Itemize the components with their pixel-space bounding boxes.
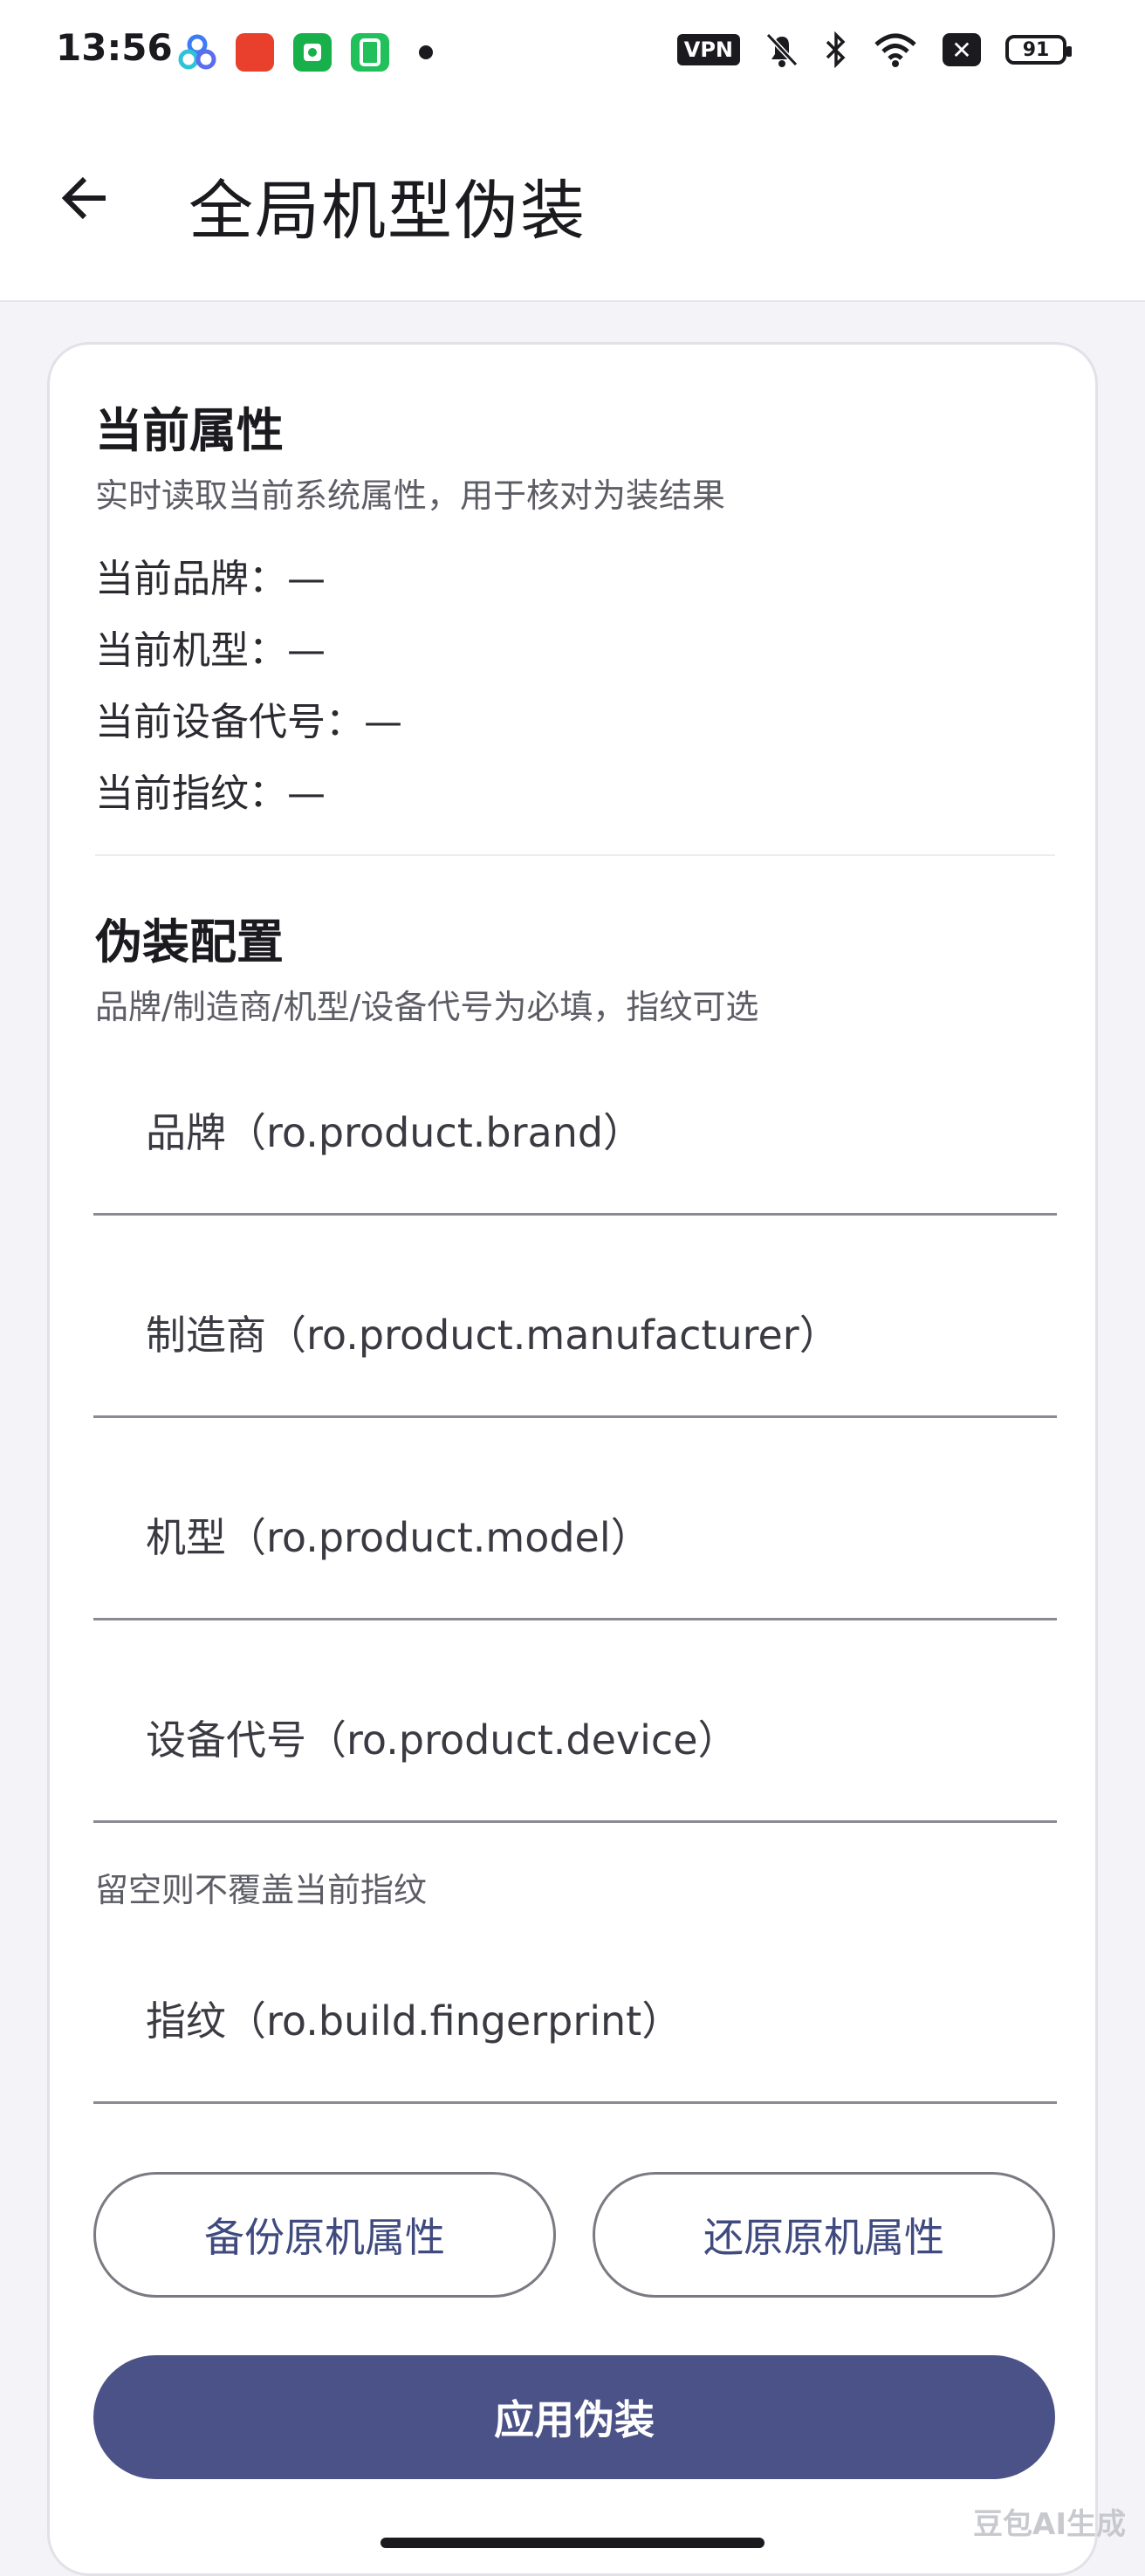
spoof-config-subtitle: 品牌/制造商/机型/设备代号为必填，指纹可选 <box>95 988 759 1026</box>
page-title: 全局机型伪装 <box>189 174 586 249</box>
watermark: 豆包AI生成 <box>973 2507 1126 2542</box>
model-input[interactable]: 机型（ro.product.model） <box>93 1472 1057 1620</box>
apply-button[interactable]: 应用伪装 <box>93 2355 1055 2479</box>
battery-icon: 91 <box>1005 35 1072 65</box>
current-brand: 当前品牌：— <box>95 557 326 601</box>
current-props-subtitle: 实时读取当前系统属性，用于核对为装结果 <box>95 476 726 515</box>
model-input-label: 机型（ro.product.model） <box>146 1514 651 1561</box>
status-icons: VPN ✕ 91 <box>676 31 1072 68</box>
section-divider <box>95 854 1055 856</box>
status-bar: 13:56 VPN ✕ 91 <box>0 0 1145 98</box>
bell-off-icon <box>765 32 799 67</box>
restore-button[interactable]: 还原原机属性 <box>593 2172 1055 2298</box>
bluetooth-icon <box>826 31 846 68</box>
app-icon-baidu <box>178 33 216 72</box>
x-app-icon: ✕ <box>943 33 981 66</box>
status-time: 13:56 <box>56 26 173 69</box>
current-props-title: 当前属性 <box>95 403 284 458</box>
backup-button[interactable]: 备份原机属性 <box>93 2172 556 2298</box>
manufacturer-input[interactable]: 制造商（ro.product.manufacturer） <box>93 1270 1057 1418</box>
fingerprint-input-label: 指纹（ro.build.fingerprint） <box>146 1997 682 2045</box>
vpn-icon: VPN <box>676 34 740 65</box>
brand-input-label: 品牌（ro.product.brand） <box>146 1109 644 1156</box>
current-device: 当前设备代号：— <box>95 700 402 744</box>
home-indicator[interactable] <box>381 2538 764 2548</box>
current-model: 当前机型：— <box>95 628 326 673</box>
current-fingerprint: 当前指纹：— <box>95 771 326 816</box>
app-icon-green-square <box>293 33 332 72</box>
spoof-config-title: 伪装配置 <box>95 915 284 969</box>
fingerprint-input[interactable]: 指纹（ro.build.fingerprint） <box>93 1956 1057 2104</box>
wifi-icon <box>874 33 916 67</box>
device-input[interactable]: 设备代号（ro.product.device） <box>93 1675 1057 1823</box>
arrow-left-icon <box>61 176 106 220</box>
fingerprint-hint: 留空则不覆盖当前指纹 <box>95 1871 428 1909</box>
app-bar: 全局机型伪装 <box>0 98 1145 302</box>
notification-dot <box>419 45 433 59</box>
brand-input[interactable]: 品牌（ro.product.brand） <box>93 1067 1057 1216</box>
config-card: 当前属性 实时读取当前系统属性，用于核对为装结果 当前品牌：— 当前机型：— 当… <box>47 342 1098 2576</box>
back-button[interactable] <box>45 159 124 237</box>
manufacturer-input-label: 制造商（ro.product.manufacturer） <box>146 1312 840 1359</box>
app-icon-green-phone <box>351 33 389 72</box>
device-input-label: 设备代号（ro.product.device） <box>146 1716 738 1764</box>
app-icon-game <box>236 33 274 72</box>
